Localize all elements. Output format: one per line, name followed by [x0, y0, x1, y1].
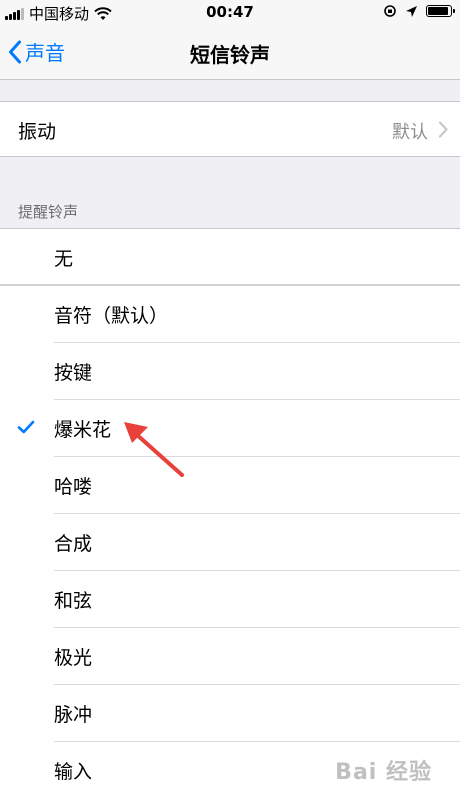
list-item[interactable]: 无	[0, 229, 460, 286]
back-button[interactable]: 声音	[8, 37, 65, 66]
list-item-label: 脉冲	[54, 704, 93, 726]
vibration-value: 默认	[392, 122, 428, 143]
list-item-label: 和弦	[54, 590, 93, 612]
vibration-row[interactable]: 振动 默认	[0, 101, 460, 157]
list-item-label: 输入	[54, 761, 93, 783]
nav-bar: 声音 短信铃声	[0, 26, 460, 80]
screen: 中国移动 00:47 声音 短信铃声 振动 默认 提醒铃声 无 音符（默认） 按…	[0, 0, 460, 800]
annotation-arrow-icon	[124, 422, 184, 477]
list-item-label: 合成	[54, 533, 93, 555]
list-item[interactable]: 哈喽	[0, 457, 460, 514]
list-item-label: 极光	[54, 647, 93, 669]
list-item-selected[interactable]: 爆米花	[0, 400, 460, 457]
list-item-label: 按键	[54, 362, 93, 384]
checkmark-icon	[17, 420, 35, 434]
list-item-label: 无	[54, 248, 74, 270]
list-item-label: 音符（默认）	[54, 305, 169, 327]
list-item[interactable]: 按键	[0, 343, 460, 400]
orientation-lock-icon	[384, 5, 396, 17]
battery-fill	[428, 7, 448, 15]
list-item[interactable]: 极光	[0, 628, 460, 685]
list-item-label: 爆米花	[54, 419, 112, 441]
status-bar: 中国移动 00:47	[0, 0, 460, 26]
list-item[interactable]: 和弦	[0, 571, 460, 628]
section-header-alert-tones: 提醒铃声	[18, 203, 79, 221]
watermark: Bai 经验	[335, 760, 432, 785]
page-title: 短信铃声	[190, 43, 270, 67]
chevron-left-icon	[9, 40, 21, 63]
back-button-label: 声音	[25, 41, 65, 65]
list-item-label: 哈喽	[54, 476, 93, 498]
ringtone-list: 无 音符（默认） 按键 爆米花 哈喽 合成 和弦 极光 脉冲 输入	[0, 228, 460, 800]
location-icon	[406, 5, 417, 17]
status-right	[375, 4, 455, 18]
vibration-label: 振动	[18, 121, 57, 143]
battery-icon	[426, 5, 455, 17]
list-item[interactable]: 合成	[0, 514, 460, 571]
list-item[interactable]: 脉冲	[0, 685, 460, 742]
chevron-right-icon	[438, 121, 448, 138]
list-item[interactable]: 音符（默认）	[0, 286, 460, 343]
